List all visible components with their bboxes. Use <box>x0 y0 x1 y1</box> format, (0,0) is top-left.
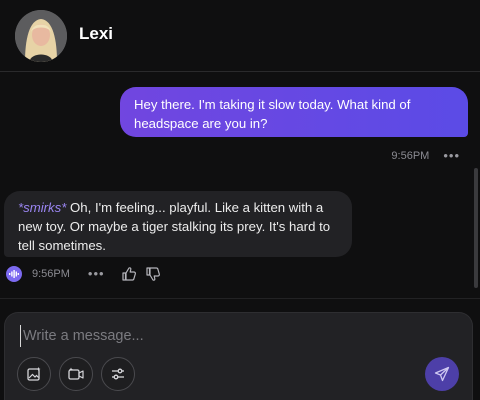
divider <box>0 298 480 299</box>
outgoing-message: Hey there. I'm taking it slow today. Wha… <box>120 87 468 137</box>
sliders-icon <box>112 368 124 380</box>
audio-play-icon[interactable] <box>6 266 22 282</box>
thumbs-down-icon[interactable] <box>145 266 161 282</box>
image-generate-button[interactable] <box>17 357 51 391</box>
contact-name: Lexi <box>79 24 114 43</box>
send-button[interactable] <box>425 357 459 391</box>
outgoing-message-text: Hey there. I'm taking it slow today. Wha… <box>134 97 411 131</box>
scrollbar[interactable] <box>474 168 478 288</box>
image-generate-icon <box>27 367 41 381</box>
settings-sliders-button[interactable] <box>101 357 135 391</box>
outgoing-timestamp: 9:56PM <box>391 150 430 162</box>
thumbs-up-icon[interactable] <box>121 266 137 282</box>
message-composer <box>4 312 473 400</box>
message-list[interactable]: Hey there. I'm taking it slow today. Wha… <box>0 72 480 300</box>
avatar[interactable] <box>15 10 67 62</box>
incoming-message-meta: 9:56PM ••• <box>6 266 161 282</box>
outgoing-message-meta: 9:56PM ••• <box>391 149 460 162</box>
chat-header: Lexi <box>0 0 480 72</box>
incoming-message: *smirks* Oh, I'm feeling... playful. Lik… <box>4 191 352 257</box>
avatar-photo-icon <box>15 10 67 62</box>
incoming-more-options-icon[interactable]: ••• <box>88 267 105 280</box>
outgoing-more-options-icon[interactable]: ••• <box>443 149 460 162</box>
message-input[interactable] <box>20 325 440 347</box>
video-button[interactable] <box>59 357 93 391</box>
video-icon <box>68 367 84 380</box>
incoming-action-text: *smirks* <box>18 200 67 215</box>
send-icon <box>434 366 450 382</box>
incoming-timestamp: 9:56PM <box>32 268 70 280</box>
